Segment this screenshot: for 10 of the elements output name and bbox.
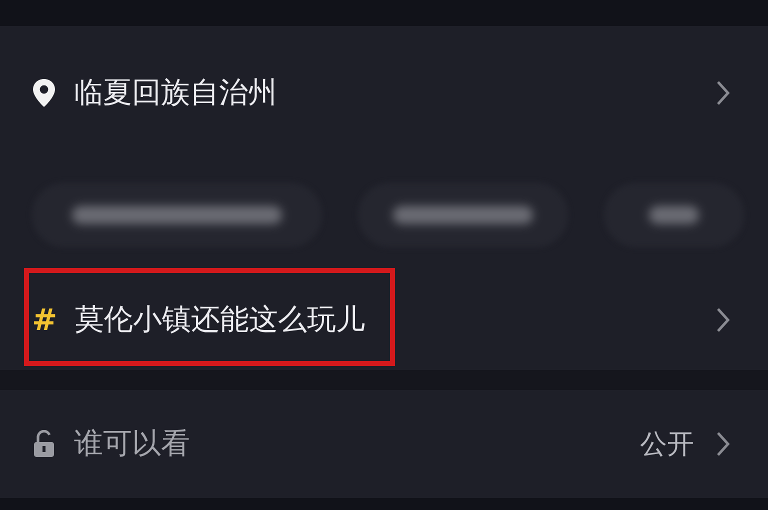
visibility-value[interactable]: 公开 bbox=[640, 426, 694, 462]
chevron-right-icon[interactable] bbox=[716, 80, 730, 106]
hashtag-symbol: # bbox=[32, 302, 58, 338]
location-label[interactable]: 临夏回族自治州 bbox=[74, 73, 277, 113]
visibility-label: 谁可以看 bbox=[74, 425, 190, 462]
chevron-right-icon[interactable] bbox=[716, 431, 730, 457]
location-pin-icon bbox=[32, 78, 56, 108]
topic-label[interactable]: 莫伦小镇还能这么玩儿 bbox=[75, 300, 366, 340]
chevron-right-icon[interactable] bbox=[716, 307, 730, 333]
unlock-icon bbox=[32, 430, 56, 458]
